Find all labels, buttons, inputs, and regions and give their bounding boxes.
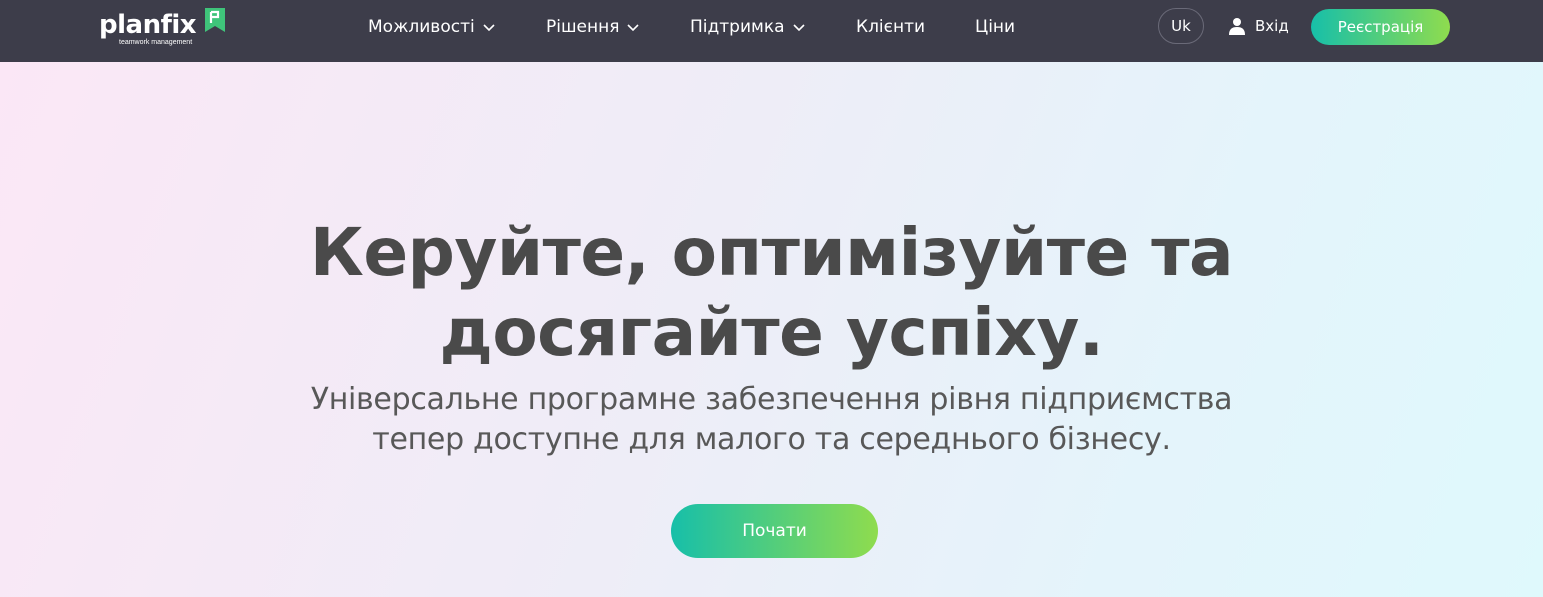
menu-item-solutions[interactable]: Рішення: [546, 16, 640, 38]
hero-section: Керуйте, оптимізуйте та досягайте успіху…: [0, 62, 1543, 597]
menu-item-label: Підтримка: [690, 17, 785, 37]
menu-item-label: Клієнти: [856, 17, 926, 37]
language-switcher[interactable]: Uk: [1158, 8, 1204, 44]
menu-item-pricing[interactable]: Ціни: [975, 16, 1015, 38]
user-icon: [1229, 18, 1245, 35]
menu-item-label: Можливості: [368, 17, 475, 37]
flag-icon: [205, 8, 225, 32]
register-button[interactable]: Реєстрація: [1311, 9, 1450, 45]
logo-tagline: teamwork management: [119, 39, 193, 46]
hero-headline: Керуйте, оптимізуйте та досягайте успіху…: [0, 213, 1543, 373]
menu-item-features[interactable]: Можливості: [368, 16, 496, 38]
subtitle-line: тепер доступне для малого та середнього …: [372, 422, 1171, 457]
menu-item-label: Ціни: [975, 17, 1016, 37]
menu-item-label: Рішення: [546, 17, 620, 37]
menu-item-clients[interactable]: Клієнти: [856, 16, 925, 38]
login-link[interactable]: Вхід: [1228, 15, 1289, 37]
headline-line: Керуйте, оптимізуйте та: [309, 214, 1234, 291]
headline-line: досягайте успіху.: [439, 294, 1104, 371]
top-navigation: planfix teamwork management Можливості Р…: [0, 0, 1543, 62]
planfix-logo[interactable]: planfix teamwork management: [99, 6, 229, 50]
menu-item-support[interactable]: Підтримка: [690, 16, 806, 38]
login-label: Вхід: [1255, 17, 1289, 35]
chevron-down-icon: [483, 24, 495, 32]
start-button[interactable]: Почати: [671, 504, 878, 558]
subtitle-line: Універсальне програмне забезпечення рівн…: [310, 382, 1233, 417]
logo-name: planfix: [99, 10, 197, 40]
chevron-down-icon: [627, 24, 640, 32]
chevron-down-icon: [792, 24, 805, 32]
hero-subtitle: Універсальне програмне забезпечення рівн…: [0, 380, 1543, 460]
